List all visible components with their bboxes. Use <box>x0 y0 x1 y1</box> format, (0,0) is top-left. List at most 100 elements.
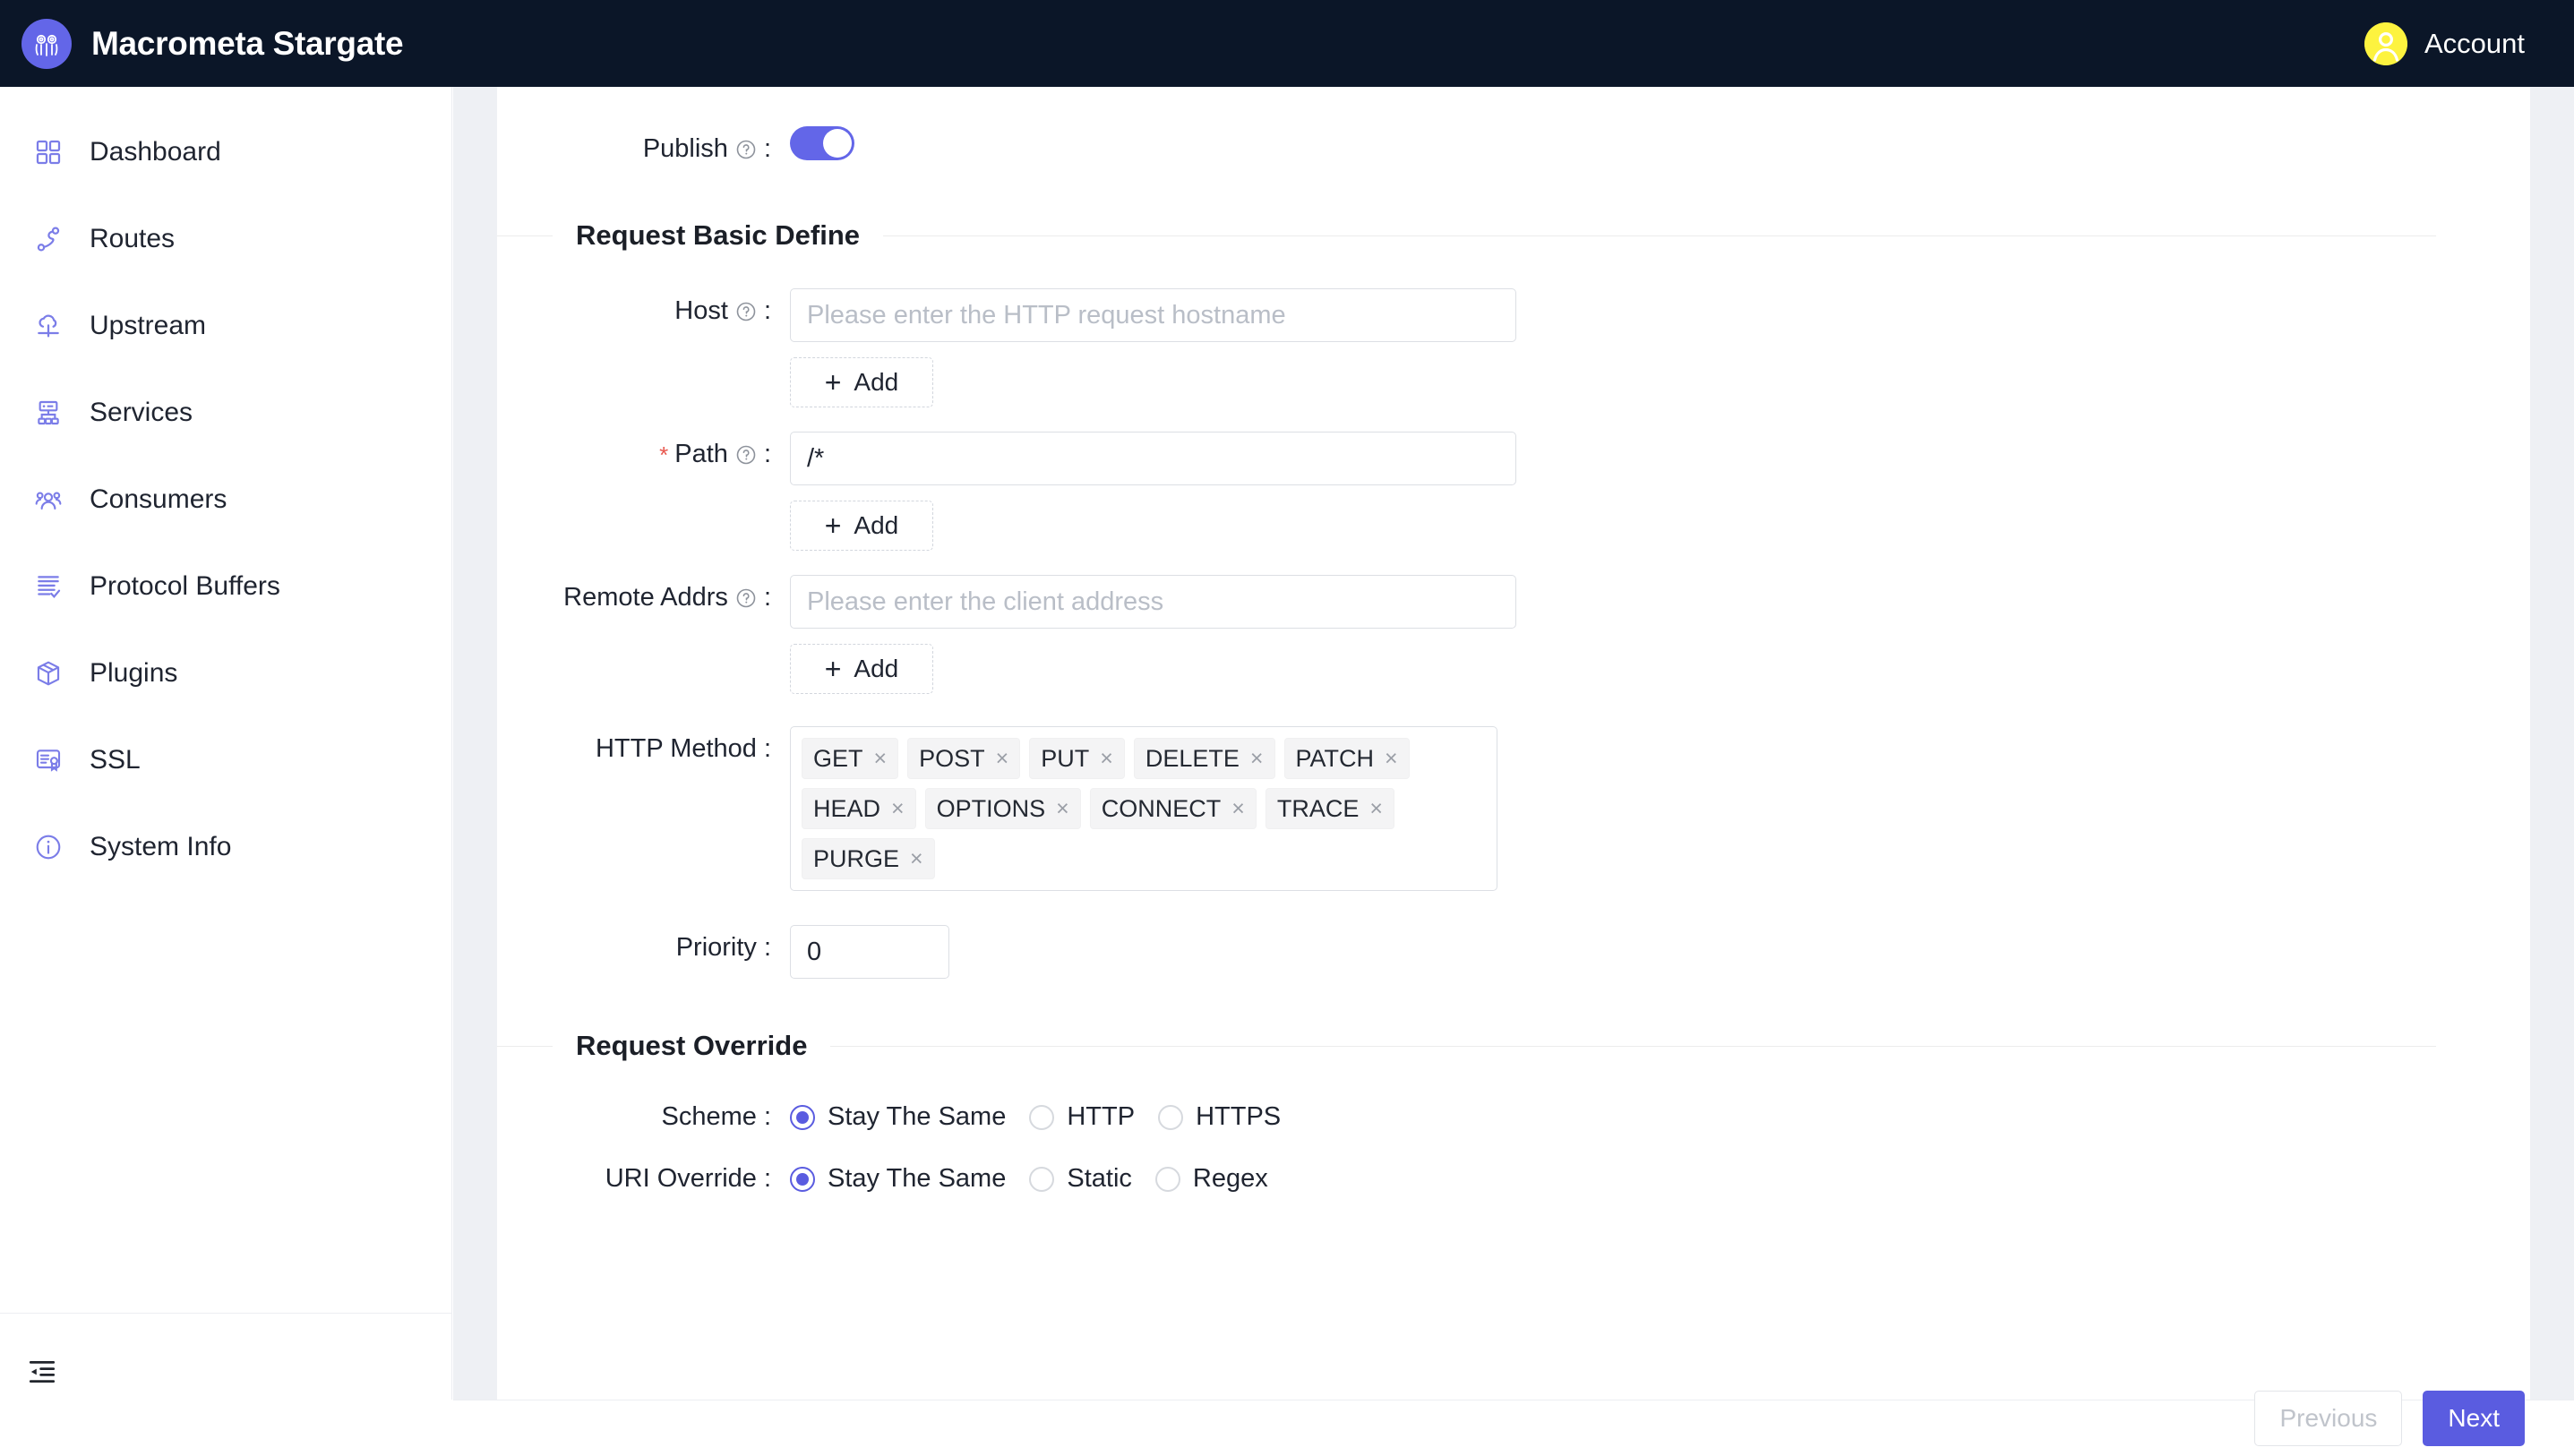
publish-toggle[interactable] <box>790 126 854 160</box>
consumers-people-icon <box>30 482 66 518</box>
priority-colon: : <box>764 933 771 963</box>
uri-override-colon: : <box>764 1164 771 1194</box>
close-x-icon[interactable]: × <box>1250 748 1264 770</box>
sidebar-item-label: Routes <box>90 224 175 254</box>
scheme-label: Scheme : <box>497 1102 771 1132</box>
uri-override-radio-option[interactable]: Regex <box>1155 1164 1268 1194</box>
previous-button[interactable]: Previous <box>2254 1391 2402 1446</box>
http-method-tag[interactable]: GET × <box>802 738 898 779</box>
sidebar-item-dashboard[interactable]: Dashboard <box>0 108 451 195</box>
services-sitemap-icon <box>30 395 66 431</box>
sidebar-item-upstream[interactable]: Upstream <box>0 282 451 369</box>
sidebar: Dashboard Routes Upstream <box>0 87 452 1400</box>
host-add-button[interactable]: + Add <box>790 357 933 407</box>
route-create-form-panel: Publish : Request Basic Define <box>497 87 2530 1400</box>
http-method-tag[interactable]: PATCH × <box>1284 738 1410 779</box>
uri-override-radio-group[interactable]: Stay The Same Static Regex <box>790 1164 1291 1194</box>
route-form: Publish : Request Basic Define <box>497 126 2530 1194</box>
close-x-icon[interactable]: × <box>874 748 888 770</box>
sidebar-item-label: System Info <box>90 832 231 862</box>
http-method-tag[interactable]: POST× <box>907 738 1020 779</box>
http-method-tag[interactable]: TRACE× <box>1266 788 1394 829</box>
ssl-certificate-icon <box>30 742 66 778</box>
sidebar-item-plugins[interactable]: Plugins <box>0 630 451 716</box>
path-add-button[interactable]: + Add <box>790 501 933 551</box>
scheme-radio-option[interactable]: HTTPS <box>1158 1102 1281 1132</box>
sidebar-content-gap <box>453 87 497 1400</box>
brand[interactable]: Macrometa Stargate <box>21 19 403 69</box>
sidebar-item-protocol-buffers[interactable]: Protocol Buffers <box>0 543 451 630</box>
host-input[interactable] <box>790 288 1516 342</box>
radio-dot-icon[interactable] <box>1029 1105 1054 1130</box>
close-x-icon[interactable]: × <box>996 748 1009 770</box>
account-menu[interactable]: Account <box>2364 22 2525 65</box>
scheme-radio-group[interactable]: Stay The Same HTTP HTTPS <box>790 1102 1304 1132</box>
remote-addrs-input[interactable] <box>790 575 1516 629</box>
scheme-radio-option[interactable]: HTTP <box>1029 1102 1135 1132</box>
radio-dot-icon[interactable] <box>790 1167 815 1192</box>
http-method-tag[interactable]: OPTIONS× <box>925 788 1081 829</box>
remote-addrs-colon: : <box>764 583 771 612</box>
http-method-tag[interactable]: PURGE × <box>802 838 935 879</box>
close-x-icon[interactable]: × <box>1231 798 1245 820</box>
uri-override-radio-label: Stay The Same <box>828 1164 1006 1194</box>
http-method-label: HTTP Method : <box>497 726 771 764</box>
plus-icon: + <box>825 655 842 683</box>
http-method-tag[interactable]: PUT× <box>1029 738 1125 779</box>
top-bar: Macrometa Stargate Account <box>0 0 2574 87</box>
plus-icon: + <box>825 511 842 540</box>
uri-override-radio-label: Static <box>1067 1164 1132 1194</box>
radio-dot-icon[interactable] <box>790 1105 815 1130</box>
http-method-tag-label: PURGE <box>813 845 899 873</box>
content-vertical-scrollbar[interactable] <box>2530 87 2574 1400</box>
menu-fold-icon[interactable] <box>23 1353 61 1391</box>
question-circle-icon[interactable] <box>735 139 757 160</box>
radio-dot-icon[interactable] <box>1029 1167 1054 1192</box>
field-path: * Path : + Add <box>497 432 2530 551</box>
sidebar-item-label: Protocol Buffers <box>90 571 280 602</box>
uri-override-label: URI Override : <box>497 1164 771 1194</box>
field-host: Host : + Add <box>497 288 2530 407</box>
section-request-basic-define: Request Basic Define <box>497 219 2436 252</box>
http-method-tag-label: PATCH <box>1296 745 1375 773</box>
path-input[interactable] <box>790 432 1516 485</box>
http-method-tag[interactable]: CONNECT× <box>1090 788 1257 829</box>
question-circle-icon[interactable] <box>735 444 757 466</box>
host-label-text: Host <box>674 296 728 326</box>
http-method-tag[interactable]: DELETE× <box>1134 738 1275 779</box>
uri-override-radio-option[interactable]: Static <box>1029 1164 1132 1194</box>
http-method-tag-label: GET <box>813 745 863 773</box>
scheme-radio-option[interactable]: Stay The Same <box>790 1102 1006 1132</box>
close-x-icon[interactable]: × <box>891 798 905 820</box>
close-x-icon[interactable]: × <box>1100 748 1113 770</box>
scheme-radio-label: HTTPS <box>1196 1102 1281 1132</box>
uri-override-radio-label: Regex <box>1193 1164 1268 1194</box>
plus-icon: + <box>825 368 842 397</box>
close-x-icon[interactable]: × <box>1385 748 1398 770</box>
close-x-icon[interactable]: × <box>1369 798 1383 820</box>
path-add-label: Add <box>854 511 898 540</box>
remote-addrs-add-button[interactable]: + Add <box>790 644 933 694</box>
sidebar-item-services[interactable]: Services <box>0 369 451 456</box>
uri-override-radio-option[interactable]: Stay The Same <box>790 1164 1006 1194</box>
sidebar-item-system-info[interactable]: System Info <box>0 803 451 890</box>
question-circle-icon[interactable] <box>735 301 757 322</box>
sidebar-item-consumers[interactable]: Consumers <box>0 456 451 543</box>
http-method-tag[interactable]: HEAD× <box>802 788 916 829</box>
next-button[interactable]: Next <box>2423 1391 2525 1446</box>
close-x-icon[interactable]: × <box>910 848 923 870</box>
close-x-icon[interactable]: × <box>1056 798 1069 820</box>
sidebar-nav: Dashboard Routes Upstream <box>0 87 451 890</box>
sidebar-item-label: Services <box>90 398 193 428</box>
remote-addrs-add-label: Add <box>854 655 898 683</box>
priority-input[interactable] <box>790 925 949 979</box>
sidebar-item-ssl[interactable]: SSL <box>0 716 451 803</box>
radio-dot-icon[interactable] <box>1155 1167 1180 1192</box>
host-label: Host : <box>497 288 771 326</box>
radio-dot-icon[interactable] <box>1158 1105 1183 1130</box>
sidebar-item-routes[interactable]: Routes <box>0 195 451 282</box>
section-request-override: Request Override <box>497 1030 2436 1062</box>
http-method-tag-select[interactable]: GET×POST×PUT×DELETE×PATCH×HEAD×OPTIONS×C… <box>790 726 1497 891</box>
question-circle-icon[interactable] <box>735 587 757 609</box>
field-publish: Publish : <box>497 126 2530 164</box>
